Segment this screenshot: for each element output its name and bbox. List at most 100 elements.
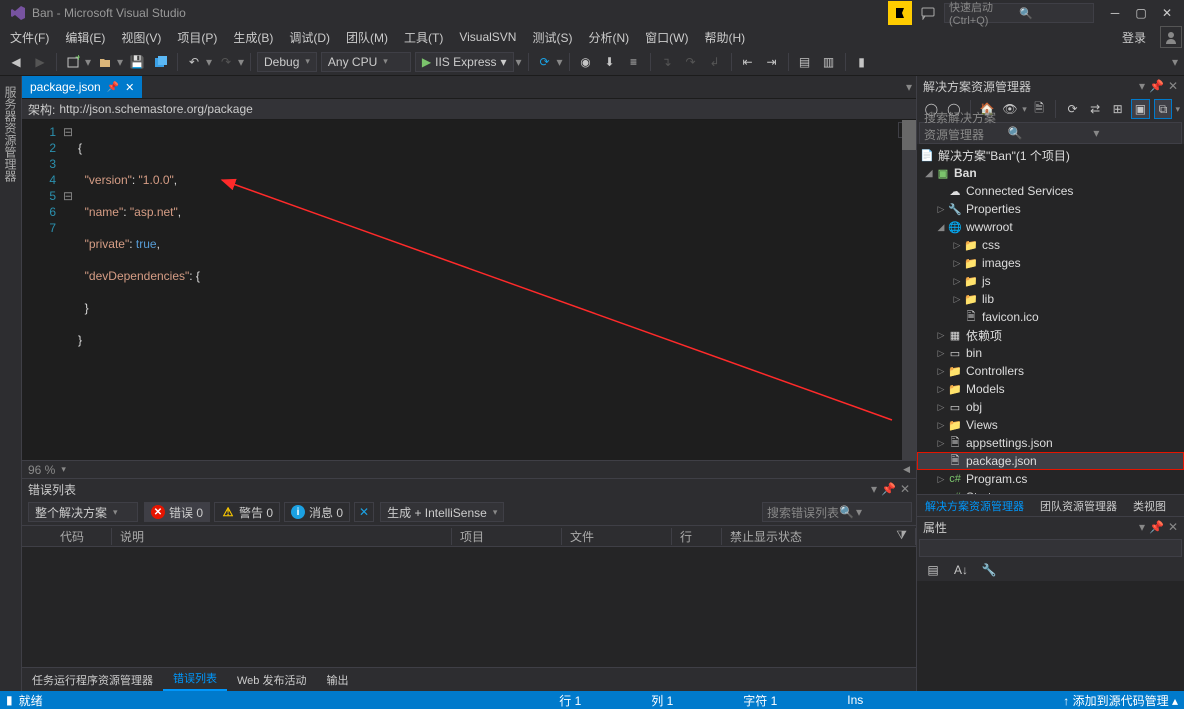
col-line[interactable]: 行	[672, 528, 722, 545]
step-into-icon[interactable]: ↴	[656, 51, 678, 73]
errorlist-scope-combo[interactable]: 整个解决方案▾	[28, 502, 138, 522]
project-node[interactable]: Ban	[954, 166, 977, 180]
node-js[interactable]: js	[982, 274, 991, 288]
node-appsettings[interactable]: appsettings.json	[966, 436, 1053, 450]
browser-link-button[interactable]: ⟳	[534, 51, 556, 73]
errorlist-search[interactable]: 搜索错误列表🔍▾	[762, 502, 912, 522]
menu-project[interactable]: 项目(P)	[169, 27, 225, 48]
node-controllers[interactable]: Controllers	[966, 364, 1024, 378]
tab-error-list[interactable]: 错误列表	[163, 667, 227, 691]
indent-left-icon[interactable]: ⇤	[737, 51, 759, 73]
col-desc[interactable]: 说明	[112, 528, 452, 545]
tab-web-publish[interactable]: Web 发布活动	[227, 669, 316, 691]
menu-view[interactable]: 视图(V)	[113, 27, 169, 48]
panel-close-icon[interactable]: ✕	[900, 482, 910, 496]
node-properties[interactable]: Properties	[966, 202, 1021, 216]
indent-right-icon[interactable]: ⇥	[761, 51, 783, 73]
uncomment-icon[interactable]: ▥	[818, 51, 840, 73]
menu-window[interactable]: 窗口(W)	[637, 27, 696, 48]
server-explorer-tab[interactable]: 服务器资源管理器	[0, 82, 21, 691]
solution-tree[interactable]: 📄解决方案"Ban"(1 个项目) ◢▣Ban ☁Connected Servi…	[917, 144, 1184, 494]
messages-filter[interactable]: i消息 0	[284, 502, 350, 522]
menu-file[interactable]: 文件(F)	[2, 27, 57, 48]
properties-icon[interactable]: ⧉	[1154, 99, 1173, 119]
doctab-package-json[interactable]: package.json 📌 ✕	[22, 76, 142, 98]
panel-pin-icon[interactable]: 📌	[1149, 79, 1164, 93]
show-all-icon[interactable]: ⊞	[1108, 99, 1127, 119]
menu-visualsvn[interactable]: VisualSVN	[451, 28, 524, 46]
close-icon[interactable]: ✕	[125, 81, 134, 94]
zoom-level[interactable]: 96 %	[28, 463, 55, 477]
feedback-icon[interactable]	[916, 1, 940, 25]
warnings-filter[interactable]: ⚠警告 0	[214, 502, 280, 522]
save-all-button[interactable]	[150, 51, 172, 73]
col-file[interactable]: 文件	[562, 528, 672, 545]
menu-test[interactable]: 测试(S)	[524, 27, 580, 48]
save-button[interactable]: 💾	[126, 51, 148, 73]
node-connected[interactable]: Connected Services	[966, 184, 1073, 198]
panel-pin-icon[interactable]: 📌	[881, 482, 896, 496]
schema-url-input[interactable]	[55, 102, 910, 116]
menu-help[interactable]: 帮助(H)	[696, 27, 753, 48]
close-button[interactable]: ✕	[1154, 3, 1180, 23]
se-pending-icon[interactable]: 🗎	[1030, 99, 1049, 119]
code-content[interactable]: { "version": "1.0.0", "name": "asp.net",…	[74, 120, 916, 460]
pin-icon[interactable]: 📌	[107, 82, 119, 93]
node-wwwroot[interactable]: wwwroot	[966, 220, 1013, 234]
panel-menu-icon[interactable]: ▾	[1139, 520, 1145, 534]
code-editor[interactable]: 1234567 ⊟⊟ { "version": "1.0.0", "name":…	[22, 120, 916, 460]
notification-flag-icon[interactable]	[888, 1, 912, 25]
svn-log-icon[interactable]: ≡	[623, 51, 645, 73]
editor-scroll-left-icon[interactable]: ◀	[903, 464, 910, 475]
status-source-control[interactable]: ↑ 添加到源代码管理 ▴	[1063, 692, 1178, 709]
quick-launch-input[interactable]: 快速启动 (Ctrl+Q) 🔍	[944, 3, 1094, 23]
redo-button[interactable]: ↷	[215, 51, 237, 73]
panel-menu-icon[interactable]: ▾	[871, 482, 877, 496]
errors-filter[interactable]: ✕错误 0	[144, 502, 210, 522]
props-wrench-icon[interactable]: 🔧	[978, 559, 1000, 581]
tab-class-view[interactable]: 类视图	[1125, 495, 1174, 516]
minimize-button[interactable]: ─	[1102, 3, 1128, 23]
tab-task-runner[interactable]: 任务运行程序资源管理器	[22, 669, 163, 691]
panel-close-icon[interactable]: ✕	[1168, 520, 1178, 534]
build-intellisense-combo[interactable]: 生成 + IntelliSense▾	[380, 502, 504, 522]
node-bin[interactable]: bin	[966, 346, 982, 360]
tab-output[interactable]: 输出	[316, 669, 358, 691]
user-avatar-icon[interactable]	[1160, 26, 1182, 48]
node-images[interactable]: images	[982, 256, 1021, 270]
categorize-icon[interactable]: ▤	[922, 559, 944, 581]
refresh-icon[interactable]: ⟳	[1063, 99, 1082, 119]
new-project-button[interactable]: +	[62, 51, 84, 73]
nav-forward-button[interactable]: ▶	[29, 51, 51, 73]
panel-menu-icon[interactable]: ▾	[1139, 79, 1145, 93]
platform-combo[interactable]: Any CPU▾	[321, 52, 411, 72]
node-package-json[interactable]: package.json	[966, 454, 1037, 468]
zoom-dropdown-icon[interactable]: ▾	[61, 464, 66, 475]
menu-build[interactable]: 生成(B)	[225, 27, 281, 48]
fold-column[interactable]: ⊟⊟	[62, 120, 74, 460]
open-file-button[interactable]	[94, 51, 116, 73]
menu-debug[interactable]: 调试(D)	[281, 27, 338, 48]
tab-team-explorer[interactable]: 团队资源管理器	[1032, 495, 1125, 516]
signin-link[interactable]: 登录	[1114, 27, 1154, 48]
node-program[interactable]: Program.cs	[966, 472, 1027, 486]
step-out-icon[interactable]: ↲	[704, 51, 726, 73]
nav-back-button[interactable]: ◀	[5, 51, 27, 73]
svn-update-icon[interactable]: ⬇	[599, 51, 621, 73]
menu-edit[interactable]: 编辑(E)	[57, 27, 113, 48]
menu-tools[interactable]: 工具(T)	[396, 27, 451, 48]
step-over-icon[interactable]: ↷	[680, 51, 702, 73]
node-obj[interactable]: obj	[966, 400, 982, 414]
solution-search-input[interactable]: 搜索解决方案资源管理器(Ctrl+;)🔍▾	[919, 122, 1182, 144]
panel-close-icon[interactable]: ✕	[1168, 79, 1178, 93]
clear-filter-icon[interactable]: ✕	[354, 502, 374, 522]
maximize-button[interactable]: ▢	[1128, 3, 1154, 23]
node-css[interactable]: css	[982, 238, 1000, 252]
alphabetize-icon[interactable]: A↓	[950, 559, 972, 581]
filter-icon[interactable]: ⧩	[896, 528, 907, 545]
svn-commit-icon[interactable]: ◉	[575, 51, 597, 73]
col-state[interactable]: 禁止显示状态	[730, 528, 802, 545]
panel-pin-icon[interactable]: 📌	[1149, 520, 1164, 534]
node-views[interactable]: Views	[966, 418, 998, 432]
node-deps[interactable]: 依赖项	[966, 327, 1002, 344]
